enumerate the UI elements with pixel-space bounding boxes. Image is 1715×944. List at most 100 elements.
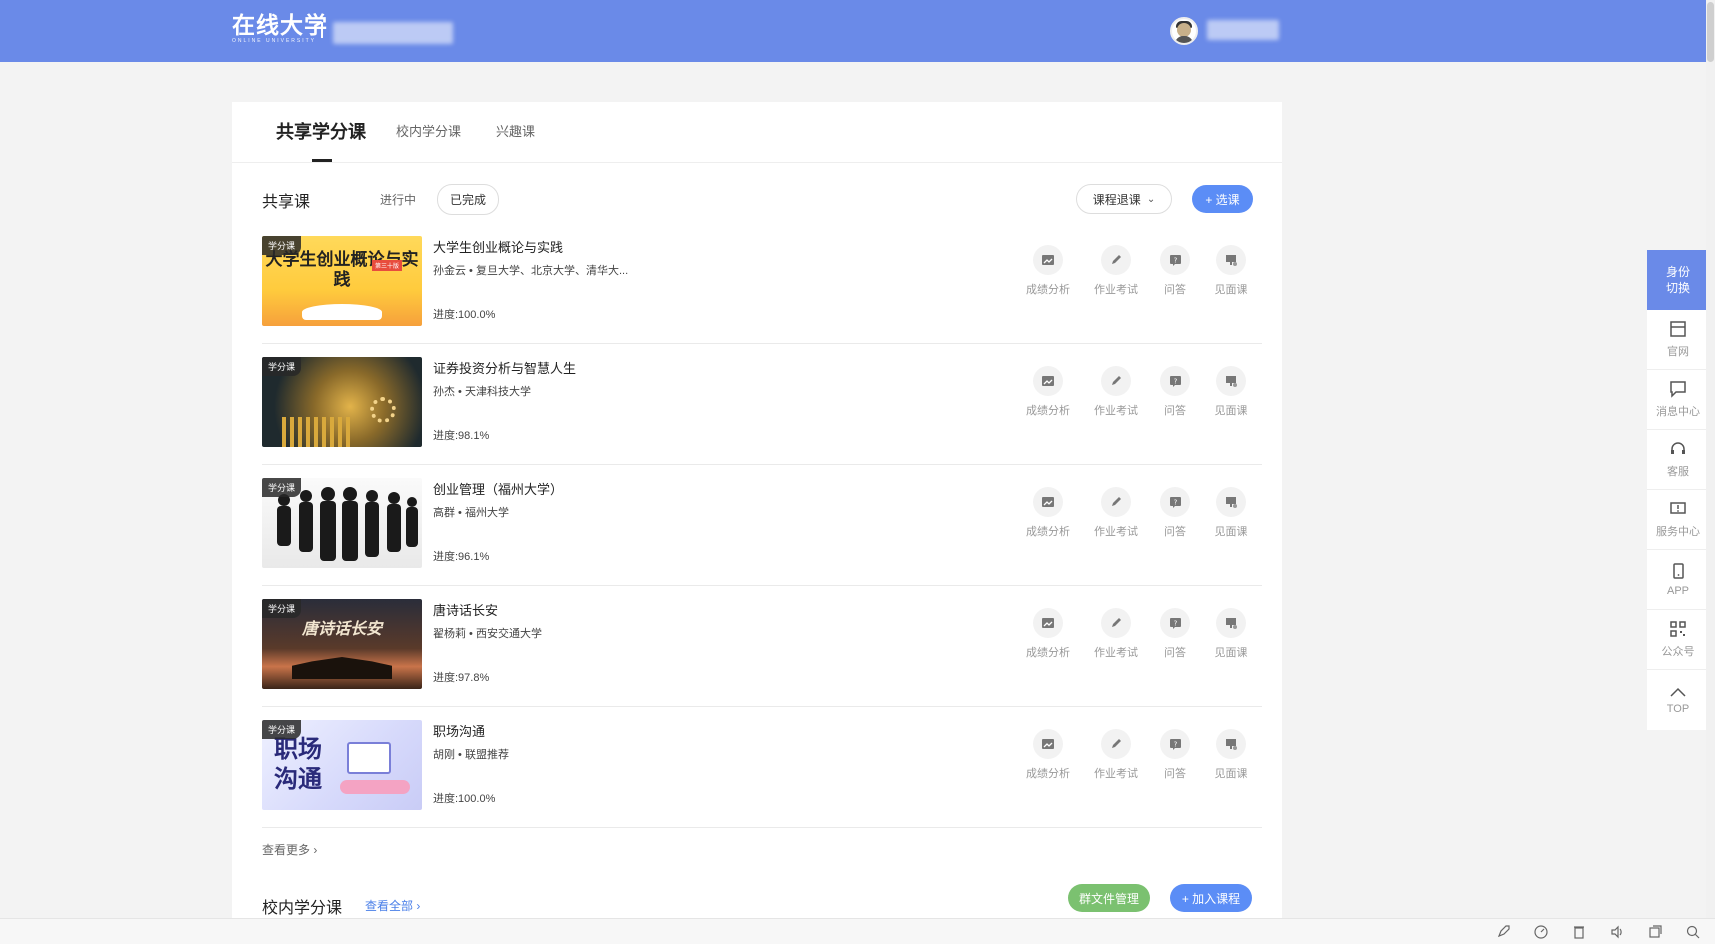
grade-analysis-button[interactable]: 成绩分析 [1014,729,1082,781]
website-icon [1670,321,1686,337]
action-label: 成绩分析 [1026,284,1070,296]
switch-label-1: 身份 [1665,265,1690,279]
course-thumbnail[interactable]: 学分课 [262,478,422,568]
meeting-class-button[interactable]: 见面课 [1200,608,1262,660]
rocket-icon[interactable] [1495,924,1511,940]
action-label: 问答 [1164,284,1186,296]
course-actions: 成绩分析 作业考试 ? 问答 见面课 [1014,245,1262,297]
trash-icon[interactable] [1571,924,1587,940]
action-label: 问答 [1164,526,1186,538]
sidebar-item-messages[interactable]: 消息中心 [1647,370,1709,430]
select-course-button[interactable]: + 选课 [1192,185,1253,213]
desk-graphic [340,780,410,794]
username-redacted[interactable] [1207,20,1279,40]
course-row: 大学生创业概论与实践 第三十版 学分课 大学生创业概论与实践 孙金云 • 复旦大… [262,223,1262,344]
group-files-button[interactable]: 群文件管理 [1068,884,1150,912]
meeting-class-button[interactable]: 见面课 [1200,729,1262,781]
meeting-class-button[interactable]: 见面课 [1200,245,1262,297]
pencil-icon [1112,497,1121,506]
question-icon: ? [1169,738,1181,750]
scrollbar-thumb[interactable] [1707,2,1714,62]
page-scrollbar[interactable] [1706,0,1715,918]
homework-exam-button[interactable]: 作业考试 [1082,608,1150,660]
action-label: 成绩分析 [1026,405,1070,417]
sidebar-item-support[interactable]: 客服 [1647,430,1709,490]
logo-divider [321,22,323,38]
browser-status-bar [0,918,1715,944]
logo-subtext: ONLINE UNIVERSITY [232,38,317,44]
up-arrow-icon [1670,687,1686,697]
sidebar-item-top[interactable]: TOP [1647,670,1709,730]
drop-course-dropdown[interactable]: 课程退课 ⌄ [1076,184,1172,214]
course-actions: 成绩分析 作业考试 ? 问答 见面课 [1014,608,1262,660]
course-thumbnail[interactable]: 大学生创业概论与实践 第三十版 学分课 [262,236,422,326]
qa-button[interactable]: ? 问答 [1150,608,1200,660]
homework-exam-button[interactable]: 作业考试 [1082,245,1150,297]
logo-text: 在线大学 [232,12,328,38]
course-title[interactable]: 证券投资分析与智慧人生 [433,358,576,377]
action-label: 作业考试 [1094,284,1138,296]
question-icon: ? [1169,254,1181,266]
homework-exam-button[interactable]: 作业考试 [1082,487,1150,539]
action-label: 问答 [1164,768,1186,780]
qa-button[interactable]: ? 问答 [1150,245,1200,297]
identity-switch-button[interactable]: 身份 切换 [1647,250,1709,310]
sidebar-item-app[interactable]: APP [1647,550,1709,610]
view-more-link[interactable]: 查看更多 › [262,841,317,858]
course-thumbnail[interactable]: 唐诗话长安 学分课 [262,599,422,689]
course-title[interactable]: 创业管理（福州大学） [433,479,563,498]
chart-image-icon [1042,739,1054,749]
presentation-icon [1225,738,1237,750]
volume-icon[interactable] [1609,924,1625,940]
grade-analysis-button[interactable]: 成绩分析 [1014,366,1082,418]
qa-button[interactable]: ? 问答 [1150,487,1200,539]
course-row: 学分课 证券投资分析与智慧人生 孙杰 • 天津科技大学 进度:98.1% 成绩分… [262,344,1262,465]
sidebar-item-service-center[interactable]: 服务中心 [1647,490,1709,550]
svg-text:?: ? [1173,256,1177,264]
course-title[interactable]: 唐诗话长安 [433,600,498,619]
tab-interest[interactable]: 兴趣课 [496,121,535,140]
course-thumbnail[interactable]: 职场沟通 学分课 [262,720,422,810]
action-label: 成绩分析 [1026,526,1070,538]
course-teacher: 孙杰 • 天津科技大学 [433,386,531,398]
tab-campus-credit[interactable]: 校内学分课 [396,121,461,140]
action-label: 见面课 [1214,284,1248,296]
course-actions: 成绩分析 作业考试 ? 问答 见面课 [1014,487,1262,539]
action-label: 问答 [1164,405,1186,417]
sidebar-item-wechat[interactable]: 公众号 [1647,610,1709,670]
search-icon[interactable] [1685,924,1701,940]
sidebar-item-website[interactable]: 官网 [1647,310,1709,370]
course-title[interactable]: 职场沟通 [433,721,485,740]
qa-button[interactable]: ? 问答 [1150,366,1200,418]
window-icon[interactable] [1647,924,1663,940]
course-teacher: 孙金云 • 复旦大学、北京大学、清华大... [433,265,629,277]
view-all-link[interactable]: 查看全部 › [365,897,420,914]
tab-shared-credit[interactable]: 共享学分课 [276,118,366,144]
meeting-class-button[interactable]: 见面课 [1200,487,1262,539]
grade-analysis-button[interactable]: 成绩分析 [1014,245,1082,297]
speed-icon[interactable] [1533,924,1549,940]
credit-badge: 学分课 [262,720,302,739]
sidebar-label: 公众号 [1661,646,1695,658]
filter-ongoing[interactable]: 进行中 [380,191,416,208]
grade-analysis-button[interactable]: 成绩分析 [1014,608,1082,660]
sidebar-label: TOP [1666,702,1690,715]
user-avatar[interactable] [1170,17,1198,45]
shared-section-title: 共享课 [262,194,311,211]
grade-analysis-button[interactable]: 成绩分析 [1014,487,1082,539]
course-title[interactable]: 大学生创业概论与实践 [433,237,563,256]
homework-exam-button[interactable]: 作业考试 [1082,729,1150,781]
presentation-icon [1225,617,1237,629]
filter-completed[interactable]: 已完成 [437,184,500,215]
qa-button[interactable]: ? 问答 [1150,729,1200,781]
homework-exam-button[interactable]: 作业考试 [1082,366,1150,418]
meeting-class-button[interactable]: 见面课 [1200,366,1262,418]
chart-image-icon [1042,497,1054,507]
screen-graphic [347,742,391,774]
svg-text:?: ? [1173,498,1177,506]
bar-graphic [282,417,352,447]
logo[interactable]: 在线大学 ONLINE UNIVERSITY [232,13,328,45]
svg-text:?: ? [1173,619,1177,627]
join-course-button[interactable]: + 加入课程 [1170,884,1252,912]
course-thumbnail[interactable]: 学分课 [262,357,422,447]
